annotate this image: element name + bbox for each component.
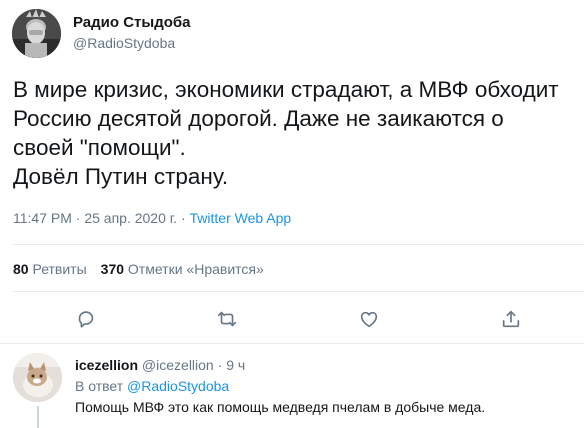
tweet-time[interactable]: 11:47 PM [13,210,72,226]
tweet-text-line: своей "помощи". [13,135,186,160]
divider [13,244,584,245]
retweets-stat[interactable]: 80 Ретвиты [13,261,87,277]
retweet-icon [217,311,237,327]
cat-photo-image [13,353,62,402]
tweet-source-link[interactable]: Twitter Web App [190,210,292,226]
author-block: Радио Стыдоба @RadioStydoba [73,14,191,52]
likes-stat[interactable]: 370 Отметки «Нравится» [101,261,264,277]
likes-count: 370 [100,261,125,277]
reply-author-name[interactable]: icezellion [75,357,138,373]
tweet-text-line: Россию десятой дорогой. Даже не заикаютс… [13,106,504,131]
author-avatar[interactable] [12,9,61,58]
tweet-text-line: Довёл Путин страну. [13,164,229,189]
reply-context: В ответ @RadioStydoba [75,377,580,395]
in-reply-prefix: В ответ [75,378,124,394]
tweet-date[interactable]: 25 апр. 2020 г. [84,210,177,226]
statue-of-liberty-facepalm-image [12,9,61,58]
reply-author-handle[interactable]: @icezellion [142,357,214,373]
retweets-count: 80 [13,261,29,277]
thread-line [37,406,39,428]
tweet-stats: 80 Ретвиты 370 Отметки «Нравится» [13,261,264,277]
reply-tweet[interactable]: icezellion @icezellion · 9 ч В ответ @Ra… [75,356,580,416]
share-icon [502,310,520,328]
reply-icon [78,311,94,328]
heart-icon [360,311,378,328]
like-button[interactable] [356,306,382,332]
reply-text: Помощь МВФ это как помощь медведя пчелам… [75,399,486,415]
meta-separator: · [180,210,186,226]
divider [0,343,584,344]
tweet-meta: 11:47 PM · 25 апр. 2020 г. · Twitter Web… [13,210,291,226]
reply-button[interactable] [73,306,99,332]
tweet-actions [0,306,584,334]
retweets-label: Ретвиты [32,261,87,277]
tweet-text: В мире кризис, экономики страдают, а МВФ… [13,75,579,191]
author-name[interactable]: Радио Стыдоба [73,14,191,32]
retweet-button[interactable] [214,306,240,332]
meta-separator: · [75,210,81,226]
reply-author-avatar[interactable] [13,353,62,402]
likes-label: Отметки «Нравится» [127,261,264,277]
tweet-text-line: В мире кризис, экономики страдают, а МВФ… [13,77,559,102]
share-button[interactable] [498,306,524,332]
reply-separator: · [217,357,223,373]
in-reply-to-link[interactable]: @RadioStydoba [127,378,229,394]
author-handle[interactable]: @RadioStydoba [73,34,191,52]
divider [13,291,584,292]
reply-header: icezellion @icezellion · 9 ч [75,356,580,374]
reply-time[interactable]: 9 ч [226,357,245,373]
